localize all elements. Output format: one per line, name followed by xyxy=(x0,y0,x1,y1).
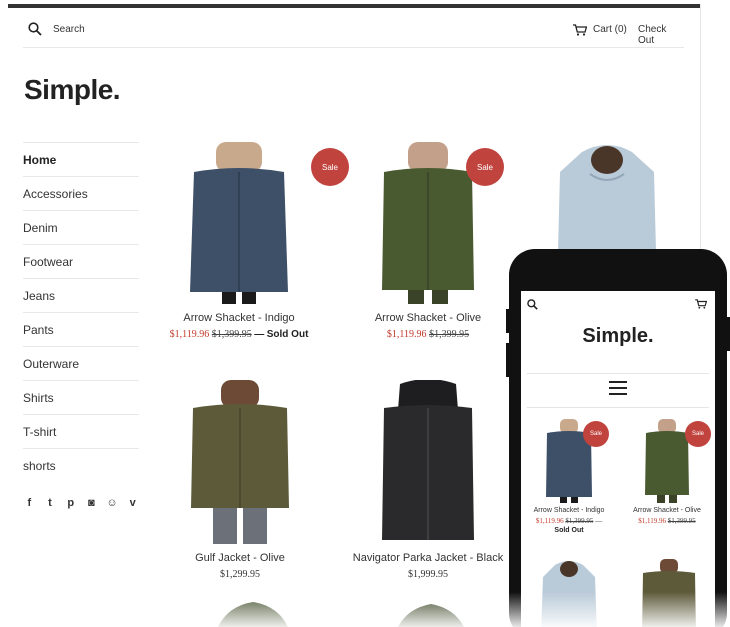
product-title[interactable]: Arrow Shacket - Indigo xyxy=(153,312,325,324)
product-image[interactable]: Sale xyxy=(378,142,504,304)
product-card[interactable]: Navigator Parka Jacket - Black $1,999.95 xyxy=(344,379,512,580)
sidebar-item-jeans[interactable]: Jeans xyxy=(23,278,139,312)
product-title[interactable]: Arrow Shacket - Olive xyxy=(344,312,512,324)
site-logo[interactable]: Simple. xyxy=(521,325,715,348)
product-title[interactable]: Arrow Shacket - Olive xyxy=(621,507,713,514)
product-card[interactable]: Gulf Jacket - Olive $1,299.95 xyxy=(170,380,310,580)
search-icon[interactable] xyxy=(527,299,538,310)
sidebar-item-accessories[interactable]: Accessories xyxy=(23,176,139,210)
sidebar-item-denim[interactable]: Denim xyxy=(23,210,139,244)
phone-side-button xyxy=(506,309,510,333)
product-image[interactable] xyxy=(386,604,476,627)
vimeo-icon[interactable]: v xyxy=(126,496,139,509)
pinterest-icon[interactable]: p xyxy=(64,496,77,509)
search-icon[interactable] xyxy=(28,22,42,36)
phone-screen: Simple. Sale Arrow Shacket - Indigo $1,1… xyxy=(521,291,715,627)
site-logo[interactable]: Simple. xyxy=(24,74,121,106)
original-price: $1,399.95 xyxy=(667,517,696,525)
sale-badge: Sale xyxy=(466,148,504,186)
regular-price: $1,299.95 xyxy=(220,569,260,580)
product-image[interactable] xyxy=(552,142,662,252)
original-price: $1,399.95 xyxy=(429,329,470,340)
divider xyxy=(527,407,709,408)
product-image[interactable] xyxy=(208,602,298,627)
sale-badge: Sale xyxy=(583,421,609,447)
hamburger-menu-icon[interactable] xyxy=(609,381,627,395)
sidebar-item-shirts[interactable]: Shirts xyxy=(23,380,139,414)
phone-mockup: Simple. Sale Arrow Shacket - Indigo $1,1… xyxy=(506,249,730,627)
sidebar-item-home[interactable]: Home xyxy=(23,142,139,176)
price-separator: — xyxy=(595,517,603,525)
product-price: $1,999.95 xyxy=(344,569,512,580)
product-card[interactable]: Sale Arrow Shacket - Indigo $1,119.96 $1… xyxy=(523,419,615,534)
product-card[interactable]: Sale Arrow Shacket - Olive $1,119.96 $1,… xyxy=(621,419,713,525)
product-price: $1,119.96 $1,399.95 xyxy=(344,329,512,340)
product-image[interactable]: Sale xyxy=(184,142,349,304)
search-link[interactable]: Search xyxy=(53,24,85,35)
sale-price: $1,119.96 xyxy=(638,517,666,525)
social-links: f t p ◙ ☺ v xyxy=(23,496,139,509)
instagram-icon[interactable]: ◙ xyxy=(85,496,98,509)
twitter-icon[interactable]: t xyxy=(44,496,57,509)
facebook-icon[interactable]: f xyxy=(23,496,36,509)
sale-price: $1,119.96 xyxy=(386,329,427,340)
product-price: $1,299.95 xyxy=(170,569,310,580)
product-image[interactable] xyxy=(185,380,295,544)
cart-icon[interactable] xyxy=(695,299,707,309)
original-price: $1,399.95 xyxy=(565,517,594,525)
snapchat-icon[interactable]: ☺ xyxy=(106,496,119,509)
phone-side-button xyxy=(726,317,730,351)
product-card[interactable]: Sale Arrow Shacket - Indigo $1,119.96 $1… xyxy=(153,142,349,340)
original-price: $1,399.95 xyxy=(211,329,252,340)
product-image[interactable] xyxy=(539,559,599,627)
product-title[interactable]: Arrow Shacket - Indigo xyxy=(523,507,615,514)
sidebar-item-t-shirt[interactable]: T-shirt xyxy=(23,414,139,448)
product-title[interactable]: Navigator Parka Jacket - Black xyxy=(344,552,512,564)
divider xyxy=(527,373,709,374)
product-price: $1,119.96 $1,399.95 — Sold Out xyxy=(153,329,325,340)
site-header: Search Cart (0) Check Out xyxy=(23,8,684,48)
product-card[interactable]: Sale Arrow Shacket - Olive $1,119.96 $1,… xyxy=(344,142,512,340)
product-title[interactable]: Gulf Jacket - Olive xyxy=(170,552,310,564)
product-price: $1,119.96 $1,399.95 — xyxy=(523,517,615,525)
sale-badge: Sale xyxy=(685,421,711,447)
sold-out-label: Sold Out xyxy=(554,527,584,534)
cart-icon[interactable] xyxy=(573,24,587,36)
sidebar-item-pants[interactable]: Pants xyxy=(23,312,139,346)
product-price: $1,119.96 $1,399.95 xyxy=(621,517,713,525)
sale-price: $1,119.96 xyxy=(535,517,564,525)
checkout-link[interactable]: Check Out xyxy=(638,24,684,46)
sidebar-item-footwear[interactable]: Footwear xyxy=(23,244,139,278)
sidebar-item-shorts[interactable]: shorts xyxy=(23,448,139,482)
sidebar-nav: Home Accessories Denim Footwear Jeans Pa… xyxy=(23,142,139,509)
price-separator: — xyxy=(254,329,265,340)
product-image[interactable] xyxy=(639,559,699,627)
sidebar-item-outerware[interactable]: Outerware xyxy=(23,346,139,380)
product-image[interactable] xyxy=(378,379,478,544)
product-image[interactable] xyxy=(644,419,690,503)
cart-link[interactable]: Cart (0) xyxy=(593,24,627,35)
regular-price: $1,999.95 xyxy=(408,569,448,580)
phone-side-button xyxy=(506,343,510,377)
sold-out-label: Sold Out xyxy=(266,329,309,340)
sale-price: $1,119.96 xyxy=(169,329,210,340)
